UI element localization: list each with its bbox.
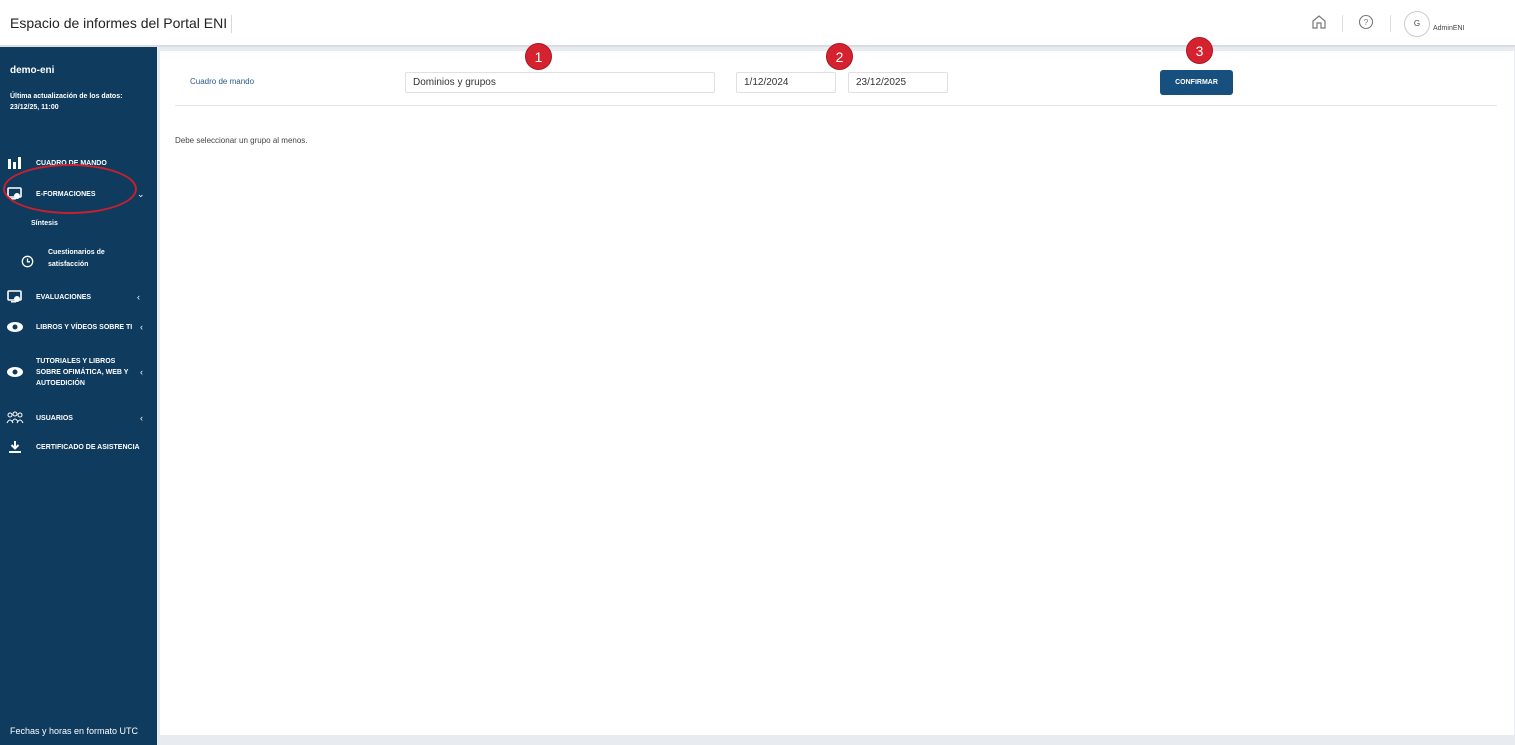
sidebar-item-label: EVALUACIONES xyxy=(36,293,92,301)
chevron-left-icon: ‹ xyxy=(137,292,140,302)
sidebar-item-label: USUARIOS xyxy=(36,414,73,422)
chevron-left-icon: ‹ xyxy=(140,322,143,332)
header-divider xyxy=(1390,15,1391,32)
eye-icon xyxy=(7,367,23,377)
sidebar-item-label-line: TUTORIALES Y LIBROS xyxy=(36,357,116,365)
sidebar-item-certificado[interactable]: CERTIFICADO DE ASISTENCIA xyxy=(0,437,157,457)
org-name: demo-eni xyxy=(10,65,55,76)
filter-divider xyxy=(175,105,1497,106)
date-to-input[interactable]: 23/12/2025 xyxy=(848,72,948,93)
svg-text:?: ? xyxy=(1364,18,1369,27)
app-title: Espacio de informes del Portal ENI xyxy=(10,15,228,31)
users-icon xyxy=(6,411,24,424)
sidebar-item-label-line: AUTOEDICIÓN xyxy=(36,379,85,387)
bar-chart-icon xyxy=(8,157,21,169)
last-update-label: Última actualización de los datos: xyxy=(10,93,123,100)
sidebar-subitem-label: Cuestionarios de xyxy=(48,249,105,256)
main-panel: Cuadro de mando Dominios y grupos 1/12/2… xyxy=(160,51,1514,735)
chevron-down-icon: ⌄ xyxy=(137,188,145,199)
confirm-button[interactable]: CONFIRMAR xyxy=(1160,70,1233,95)
header-divider xyxy=(1342,15,1343,32)
last-update: Última actualización de los datos: 23/12… xyxy=(10,91,150,113)
breadcrumb[interactable]: Cuadro de mando xyxy=(190,77,254,86)
validation-message: Debe seleccionar un grupo al menos. xyxy=(175,136,308,145)
sidebar-item-label: CERTIFICADO DE ASISTENCIA xyxy=(36,443,140,451)
last-update-value: 23/12/25, 11:00 xyxy=(10,104,59,111)
sidebar-item-evaluaciones[interactable]: EVALUACIONES ‹ xyxy=(0,287,157,307)
avatar[interactable]: G xyxy=(1404,11,1430,37)
step-badge-3: 3 xyxy=(1186,37,1213,64)
title-divider xyxy=(231,15,232,33)
date-from-input[interactable]: 1/12/2024 xyxy=(736,72,836,93)
sidebar-item-label: TUTORIALES Y LIBROS SOBRE OFIMÁTICA, WEB… xyxy=(36,356,128,389)
sidebar-item-usuarios[interactable]: USUARIOS ‹ xyxy=(0,408,157,428)
step-badge-1: 1 xyxy=(525,43,552,70)
monitor-icon xyxy=(7,290,22,303)
sidebar-subitem-sintesis[interactable]: Síntesis xyxy=(31,218,58,230)
sidebar-item-label-line: SOBRE OFIMÁTICA, WEB Y xyxy=(36,368,129,376)
eye-icon xyxy=(7,322,23,332)
sidebar-item-tutoriales[interactable]: TUTORIALES Y LIBROS SOBRE OFIMÁTICA, WEB… xyxy=(0,349,157,395)
sidebar-item-label: LIBROS Y VÍDEOS SOBRE TI xyxy=(36,323,133,331)
group-selector[interactable]: Dominios y grupos xyxy=(405,72,715,93)
sidebar-item-libros-videos[interactable]: LIBROS Y VÍDEOS SOBRE TI ‹ xyxy=(0,317,157,337)
step-badge-2: 2 xyxy=(826,43,853,70)
download-icon xyxy=(9,441,21,453)
clock-icon xyxy=(21,255,34,268)
top-header: Espacio de informes del Portal ENI ? G A… xyxy=(0,0,1515,47)
username[interactable]: AdminENI xyxy=(1433,25,1465,32)
home-icon[interactable] xyxy=(1310,13,1328,31)
chevron-left-icon: ‹ xyxy=(140,413,143,423)
sidebar-subitem-label: satisfacción xyxy=(48,261,89,268)
sidebar: demo-eni Última actualización de los dat… xyxy=(0,47,157,745)
chevron-left-icon: ‹ xyxy=(140,367,143,377)
highlight-ellipse xyxy=(3,164,137,214)
sidebar-subitem-cuestionarios[interactable]: Cuestionarios de satisfacción xyxy=(48,247,105,271)
help-icon[interactable]: ? xyxy=(1357,13,1375,31)
utc-footer: Fechas y horas en formato UTC xyxy=(10,726,139,736)
